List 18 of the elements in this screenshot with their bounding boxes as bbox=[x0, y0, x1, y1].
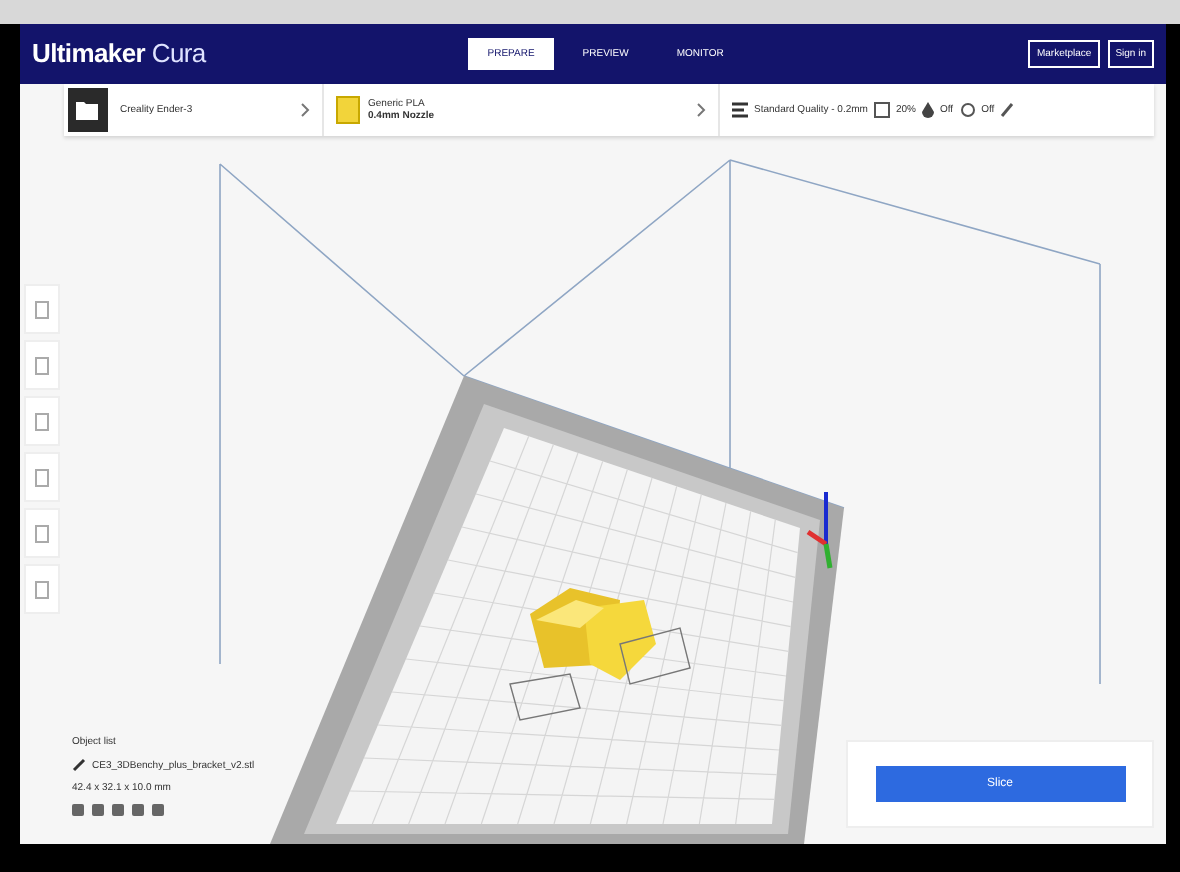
axis-indicator-icon bbox=[806, 492, 833, 569]
sliders-icon bbox=[732, 102, 748, 118]
tool-button[interactable] bbox=[24, 508, 60, 558]
chevron-icon bbox=[300, 102, 310, 118]
folder-icon bbox=[76, 100, 100, 120]
support-icon bbox=[921, 102, 934, 118]
open-file-button[interactable] bbox=[68, 88, 108, 132]
infill-icon bbox=[873, 102, 890, 118]
tool-button[interactable] bbox=[24, 340, 60, 390]
tool-button[interactable] bbox=[24, 396, 60, 446]
app-logo: Ultimaker Cura bbox=[32, 38, 206, 68]
adhesion-icon bbox=[959, 102, 976, 118]
pencil-icon bbox=[1000, 102, 1015, 118]
tool-button[interactable] bbox=[24, 452, 60, 502]
tool-button[interactable] bbox=[24, 564, 60, 614]
chevron-icon bbox=[696, 102, 706, 118]
tool-button[interactable] bbox=[24, 284, 60, 334]
pencil-icon bbox=[72, 758, 86, 772]
